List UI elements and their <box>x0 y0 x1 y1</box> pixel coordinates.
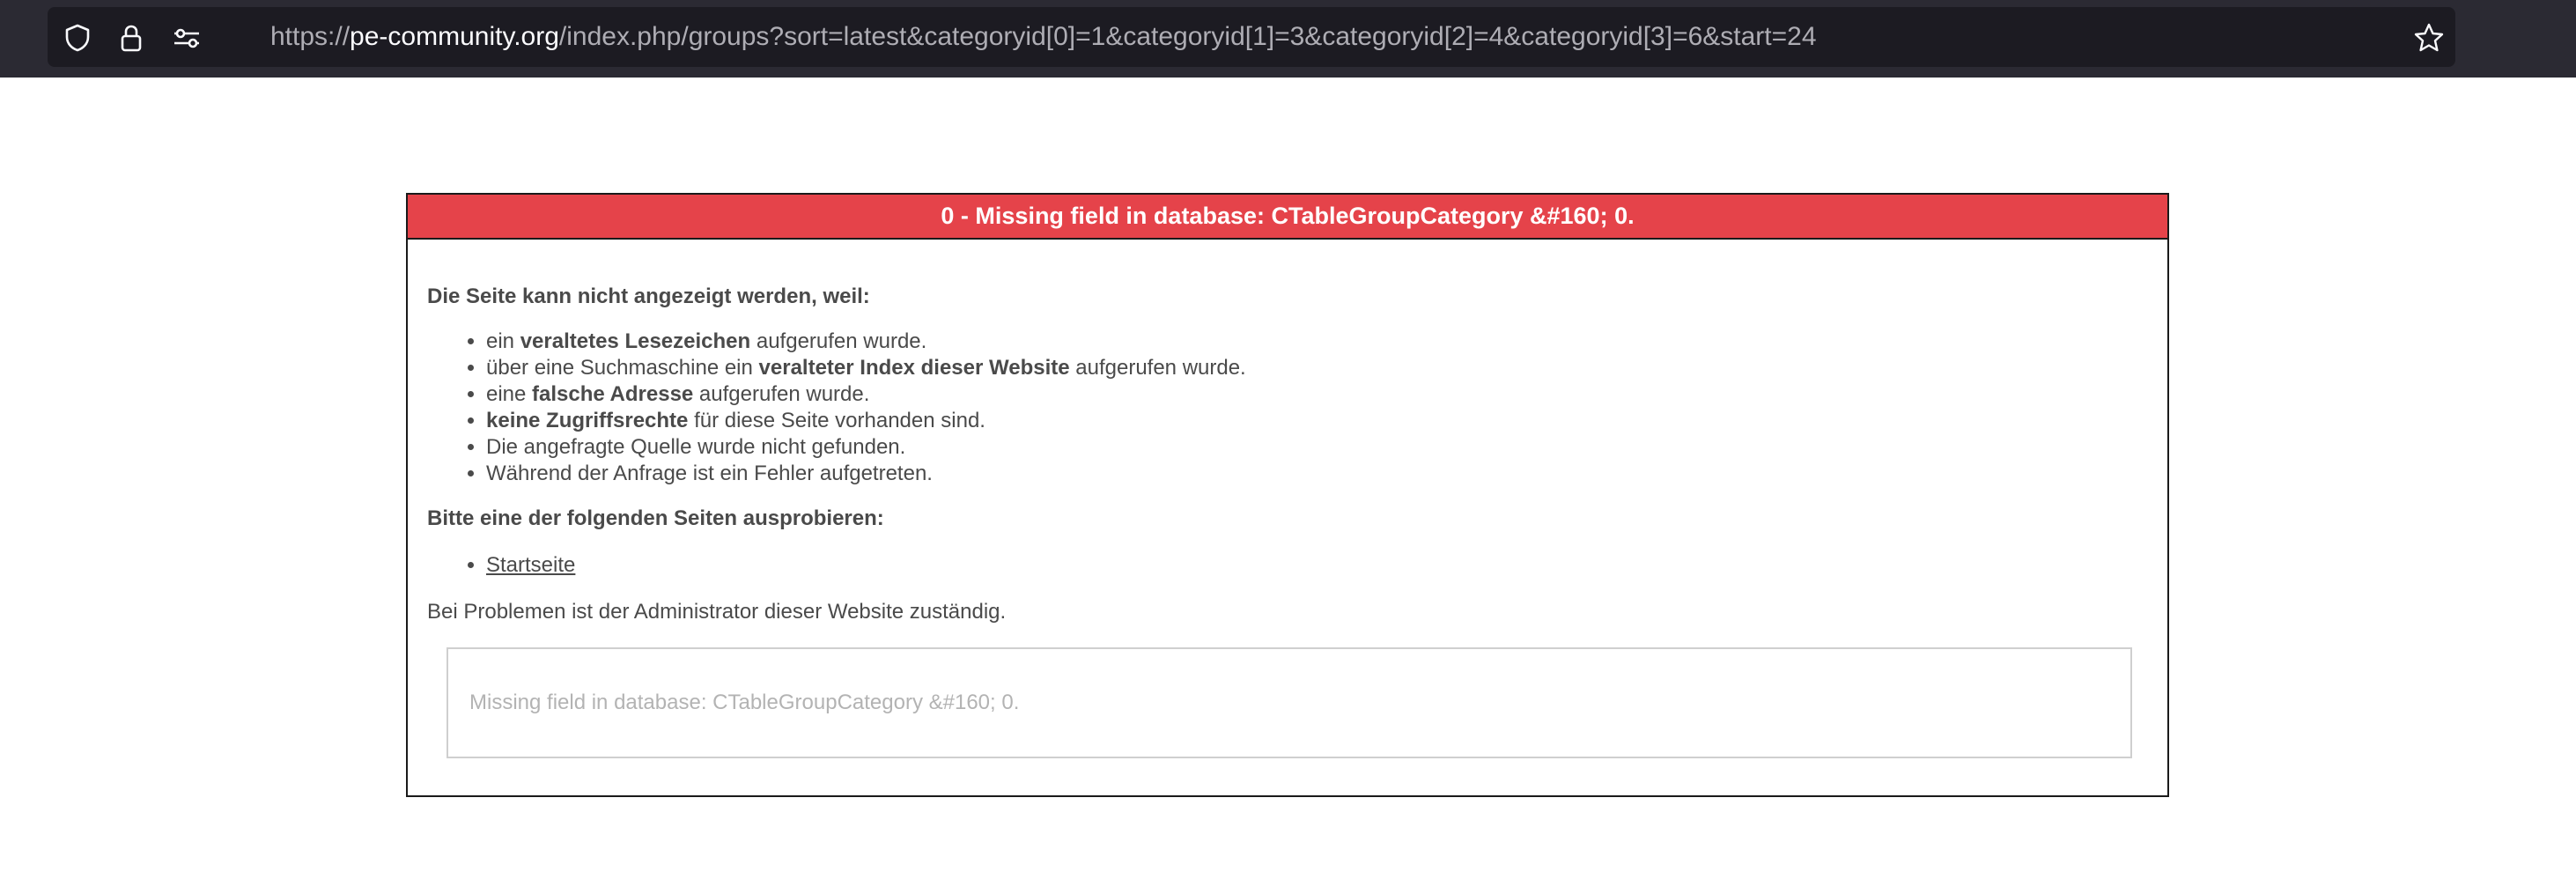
suggested-links: Startseite <box>465 551 575 580</box>
lock-icon[interactable] <box>116 23 146 53</box>
url-text[interactable]: https://pe-community.org/index.php/group… <box>270 22 1817 52</box>
startseite-link[interactable]: Startseite <box>486 553 575 577</box>
error-title: 0 - Missing field in database: CTableGro… <box>408 195 2167 240</box>
error-detail-box: Missing field in database: CTableGroupCa… <box>447 647 2132 758</box>
error-detail-text: Missing field in database: CTableGroupCa… <box>469 691 1020 714</box>
permissions-icon[interactable] <box>172 23 202 53</box>
admin-note: Bei Problemen ist der Administrator dies… <box>427 600 1007 624</box>
reasons-list: ein veraltetes Lesezeichen aufgerufen wu… <box>465 329 1246 487</box>
list-item: ein veraltetes Lesezeichen aufgerufen wu… <box>486 329 1246 355</box>
error-intro: Die Seite kann nicht angezeigt werden, w… <box>427 284 870 308</box>
url-host: pe-community.org <box>350 22 559 51</box>
address-bar[interactable]: https://pe-community.org/index.php/group… <box>48 7 2455 67</box>
list-item: über eine Suchmaschine ein veralteter In… <box>486 355 1246 381</box>
list-item: Startseite <box>486 551 575 580</box>
shield-icon[interactable] <box>63 23 92 53</box>
list-item: Während der Anfrage ist ein Fehler aufge… <box>486 461 1246 487</box>
browser-toolbar: https://pe-community.org/index.php/group… <box>0 0 2576 78</box>
list-item: keine Zugriffsrechte für diese Seite vor… <box>486 408 1246 434</box>
url-path: /index.php/groups?sort=latest&categoryid… <box>558 22 1817 51</box>
list-item: eine falsche Adresse aufgerufen wurde. <box>486 381 1246 408</box>
url-scheme: https:// <box>270 22 351 51</box>
try-heading: Bitte eine der folgenden Seiten ausprobi… <box>427 506 884 530</box>
bookmark-star-icon[interactable] <box>2413 22 2445 54</box>
list-item: Die angefragte Quelle wurde nicht gefund… <box>486 434 1246 461</box>
error-panel: 0 - Missing field in database: CTableGro… <box>406 193 2169 797</box>
